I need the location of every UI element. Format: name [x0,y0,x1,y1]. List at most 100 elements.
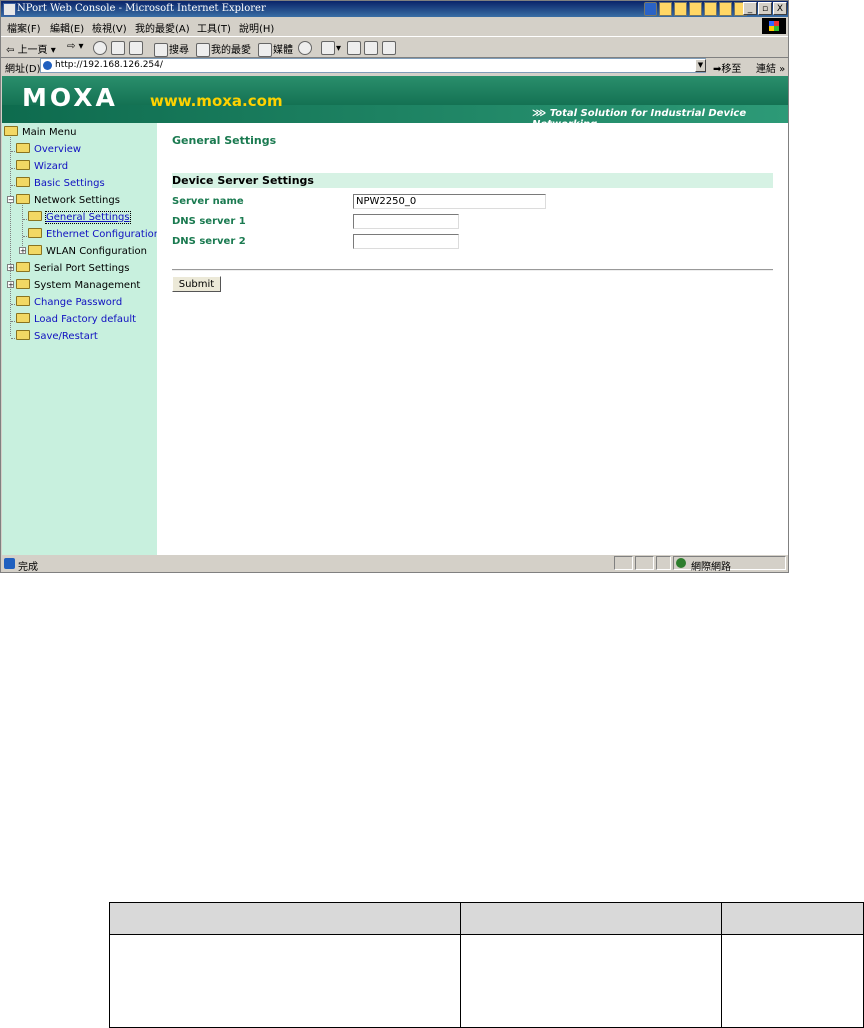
stop-icon[interactable] [93,41,108,55]
page-title: General Settings [172,134,277,147]
page-done-icon [4,558,15,569]
tray-icon [719,2,732,16]
dns-server-2-input[interactable] [353,234,459,249]
security-zone: 網際網路 [691,562,731,573]
close-button[interactable]: X [773,2,787,15]
sidebar-tree: Main Menu Overview Wizard Basic Settings… [2,123,157,555]
folder-open-icon [16,194,30,204]
sidebar-item-wizard[interactable]: Wizard [16,159,68,175]
sidebar-item-system-management[interactable]: System Management [16,278,140,294]
sidebar-item-label: WLAN Configuration [46,246,148,257]
media-button[interactable]: 媒體 [258,41,293,57]
folder-icon [28,245,42,255]
refresh-icon[interactable] [111,41,126,55]
folder-icon [16,143,30,153]
edit-icon[interactable] [364,41,379,55]
print-icon[interactable] [347,41,362,55]
status-cell [614,556,633,570]
folder-icon [16,313,30,323]
folder-icon [16,177,30,187]
sidebar-item-save-restart[interactable]: Save/Restart [16,329,98,345]
search-label: 搜尋 [169,45,189,56]
expand-system-management[interactable]: + [7,281,14,289]
favorites-icon [196,43,210,57]
sidebar-item-wlan-configuration[interactable]: WLAN Configuration [28,244,147,260]
menu-view[interactable]: 檢視(V) [92,20,127,35]
address-bar: 網址(D) http://192.168.126.254/ ➡移至 連結 » [1,57,788,75]
address-input[interactable]: http://192.168.126.254/ [40,58,706,73]
submit-button[interactable]: Submit [172,276,221,292]
sidebar-item-basic-settings[interactable]: Basic Settings [16,176,105,192]
sidebar-item-overview[interactable]: Overview [16,142,81,158]
server-name-input[interactable] [353,194,546,209]
menu-help[interactable]: 說明(H) [239,20,274,35]
forward-button[interactable]: ⇨ ▾ [67,41,84,52]
sidebar-item-label: Serial Port Settings [34,263,130,274]
folder-open-icon [4,126,18,136]
sidebar-item-label: System Management [34,280,141,291]
sidebar-item-main-menu[interactable]: Main Menu [4,125,77,141]
sidebar-item-label: Wizard [34,161,69,172]
minimize-button[interactable]: _ [743,2,757,15]
browser-window: NPort Web Console - Microsoft Internet E… [0,0,789,573]
sidebar-item-label: Ethernet Configuration [46,229,157,240]
table-header-cell [109,902,461,935]
title-bar: NPort Web Console - Microsoft Internet E… [1,1,788,17]
folder-icon [16,160,30,170]
collapse-network-settings[interactable]: − [7,196,14,204]
server-name-label: Server name [172,196,244,207]
address-url: http://192.168.126.254/ [55,60,163,70]
table-cell [109,934,461,1028]
search-icon [154,43,168,57]
dns-server-2-label: DNS server 2 [172,236,246,247]
favorites-button[interactable]: 我的最愛 [196,41,251,57]
back-button[interactable]: ⇦ 上一頁 ▾ [6,41,56,56]
sidebar-item-load-factory-default[interactable]: Load Factory default [16,312,136,328]
menu-tools[interactable]: 工具(T) [197,20,231,35]
search-button[interactable]: 搜尋 [154,41,189,57]
sidebar-item-ethernet-configuration[interactable]: Ethernet Configuration [28,227,157,243]
media-label: 媒體 [273,45,293,56]
menu-favorites[interactable]: 我的最愛(A) [135,20,190,35]
links-label: 連結 [756,64,776,75]
sidebar-item-network-settings[interactable]: Network Settings [16,193,120,209]
folder-icon [16,296,30,306]
folder-icon [16,279,30,289]
windows-logo-icon [762,18,786,34]
sidebar-item-label: Overview [34,144,82,155]
status-cell [656,556,671,570]
sidebar-item-change-password[interactable]: Change Password [16,295,122,311]
toolbar: ⇦ 上一頁 ▾ ⇨ ▾ 搜尋 我的最愛 媒體 ▾ [1,36,788,58]
sidebar-item-general-settings[interactable]: General Settings [28,210,131,226]
menu-file[interactable]: 檔案(F) [7,20,41,35]
go-button[interactable]: ➡移至 [713,60,741,75]
folder-icon [16,330,30,340]
tray-icon [704,2,717,16]
table-header-row [109,902,864,935]
menu-bar: 檔案(F) 編輯(E) 檢視(V) 我的最愛(A) 工具(T) 說明(H) [1,17,788,35]
document-table [109,902,864,1028]
sidebar-item-label: Save/Restart [34,331,98,342]
mail-icon[interactable]: ▾ [321,41,341,55]
sidebar-item-label: Change Password [34,297,123,308]
home-icon[interactable] [129,41,144,55]
maximize-button[interactable]: ▫ [758,2,772,15]
expand-serial-port-settings[interactable]: + [7,264,14,272]
links-button[interactable]: 連結 » [756,60,785,75]
tray-icon [689,2,702,16]
moxa-url: www.moxa.com [150,92,283,110]
discuss-icon[interactable] [382,41,397,55]
expand-wlan-configuration[interactable]: + [19,247,26,255]
main-panel: General Settings Device Server Settings … [157,123,788,555]
menu-edit[interactable]: 編輯(E) [50,20,84,35]
address-dropdown-button[interactable]: ▼ [695,59,706,72]
history-icon[interactable] [298,41,313,55]
dns-server-1-input[interactable] [353,214,459,229]
page-icon [43,61,52,70]
table-row [109,934,864,1028]
address-label: 網址(D) [5,64,41,75]
table-header-cell [721,902,864,935]
tray-icon [674,2,687,16]
sidebar-item-serial-port-settings[interactable]: Serial Port Settings [16,261,130,277]
tray-icon [644,2,657,16]
